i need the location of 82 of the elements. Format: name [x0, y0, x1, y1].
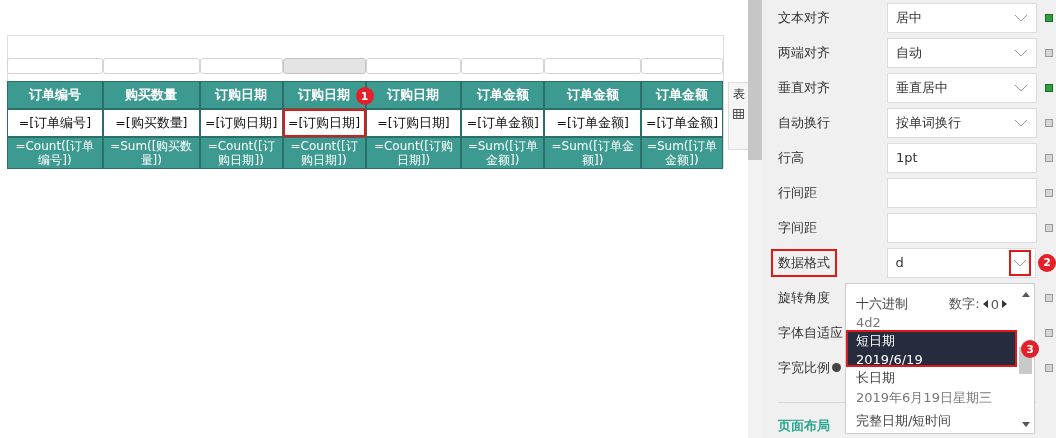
decrease-icon[interactable] — [982, 300, 988, 308]
stepper-label: 数字: — [949, 295, 980, 313]
scroll-down-icon[interactable] — [1021, 422, 1030, 427]
summary-cell: =Count([订购日期]) — [282, 137, 366, 169]
table-cell[interactable]: =[购买数量] — [102, 109, 200, 137]
table-cell[interactable]: =[订单编号] — [7, 109, 103, 137]
summary-cell: =Count([订单编号]) — [7, 137, 103, 169]
column-header-cell[interactable] — [282, 58, 366, 74]
option-title: 完整日期/短时间 — [856, 412, 952, 430]
option-title: 十六进制 — [856, 295, 908, 313]
status-indicator[interactable] — [1045, 328, 1053, 337]
header-cell: 订单编号 — [7, 81, 103, 109]
side-tab[interactable]: 表 — [728, 82, 748, 150]
number-badge: 2 — [1038, 253, 1056, 272]
column-header-cell[interactable] — [544, 58, 642, 74]
select-field[interactable]: 按单词换行 — [887, 107, 1037, 138]
summary-cell: =Sum([订单金额]) — [544, 137, 642, 169]
column-header-cell[interactable] — [461, 58, 545, 74]
input-field[interactable] — [887, 177, 1037, 208]
property-label: 行高 — [778, 148, 804, 167]
status-indicator[interactable] — [1045, 293, 1053, 302]
select-field[interactable]: 自动 — [887, 37, 1037, 68]
format-option[interactable]: 长日期 2019年6月19日星期三 — [846, 367, 1017, 407]
status-indicator[interactable] — [1045, 223, 1053, 232]
table-cell[interactable]: =[订购日期] — [365, 109, 462, 137]
summary-cell: =Count([订购日期]) — [199, 137, 283, 169]
property-label: 数据格式 — [771, 248, 837, 277]
scroll-up-icon[interactable] — [1021, 292, 1030, 297]
option-sample: 2019/6/19 — [856, 352, 924, 367]
option-sample: 2019年6月19日星期三 — [856, 389, 993, 407]
table-cell[interactable]: =[订单金额] — [544, 109, 642, 137]
property-label: 行间距 — [778, 183, 817, 202]
status-indicator[interactable] — [1045, 83, 1053, 92]
stepper-value: 0 — [990, 296, 999, 312]
table-cell[interactable]: =[订购日期] — [199, 109, 283, 137]
number-badge: 3 — [1021, 340, 1039, 358]
property-label: 自动换行 — [778, 113, 830, 132]
property-label: 字宽比例 — [778, 358, 830, 377]
increase-icon[interactable] — [1002, 300, 1007, 308]
header-cell: 订单金额 — [544, 81, 642, 109]
column-header-cell[interactable] — [199, 58, 283, 74]
table-cell[interactable]: =[订单金额] — [461, 109, 545, 137]
status-indicator[interactable] — [1045, 48, 1053, 57]
input-field[interactable]: 1pt — [887, 142, 1037, 173]
table-cell[interactable]: =[订购日期] — [282, 109, 366, 137]
status-indicator[interactable] — [1045, 13, 1053, 22]
column-header-cell[interactable] — [365, 58, 462, 74]
property-label: 旋转角度 — [778, 288, 830, 307]
caret-icon[interactable] — [1009, 249, 1032, 276]
status-indicator[interactable] — [1045, 188, 1053, 197]
header-cell: 订购日期 — [199, 81, 283, 109]
format-option[interactable]: 十六进制 数字: 0 4d2 — [846, 293, 1017, 330]
option-sample: 4d2 — [856, 315, 882, 330]
column-header-cell[interactable] — [102, 58, 200, 74]
summary-cell: =Count([订购日期]) — [365, 137, 462, 169]
input-field[interactable] — [887, 212, 1037, 243]
property-label: 字间距 — [778, 218, 817, 237]
property-label: 两端对齐 — [778, 43, 830, 62]
column-header-cell[interactable] — [641, 58, 723, 74]
number-badge: 1 — [355, 87, 374, 105]
header-cell: 订单金额 — [461, 81, 545, 109]
header-cell: 购买数量 — [102, 81, 200, 109]
summary-cell: =Sum([订单金额]) — [641, 137, 723, 169]
property-label: 字体自适应 — [778, 323, 843, 342]
select-field[interactable]: 居中 — [887, 2, 1037, 33]
table-cell[interactable]: =[订单金额] — [641, 109, 723, 137]
option-title: 短日期 — [856, 332, 895, 350]
status-indicator[interactable] — [1045, 153, 1053, 162]
column-header-cell[interactable] — [7, 58, 103, 74]
scrollbar-thumb[interactable] — [748, 0, 762, 160]
option-title: 长日期 — [856, 369, 895, 387]
status-indicator[interactable] — [1045, 118, 1053, 127]
format-option[interactable]: 完整日期/短时间 — [846, 407, 1017, 433]
grid-icon — [733, 109, 744, 119]
property-label: 垂直对齐 — [778, 78, 830, 97]
summary-cell: =Sum([订单金额]) — [461, 137, 545, 169]
summary-cell: =Sum([购买数量]) — [102, 137, 200, 169]
header-cell: 订单金额 — [641, 81, 723, 109]
property-label: 文本对齐 — [778, 8, 830, 27]
select-field[interactable]: 垂直居中 — [887, 72, 1037, 103]
status-indicator[interactable] — [1045, 363, 1053, 372]
select-field[interactable]: d — [886, 247, 1037, 278]
